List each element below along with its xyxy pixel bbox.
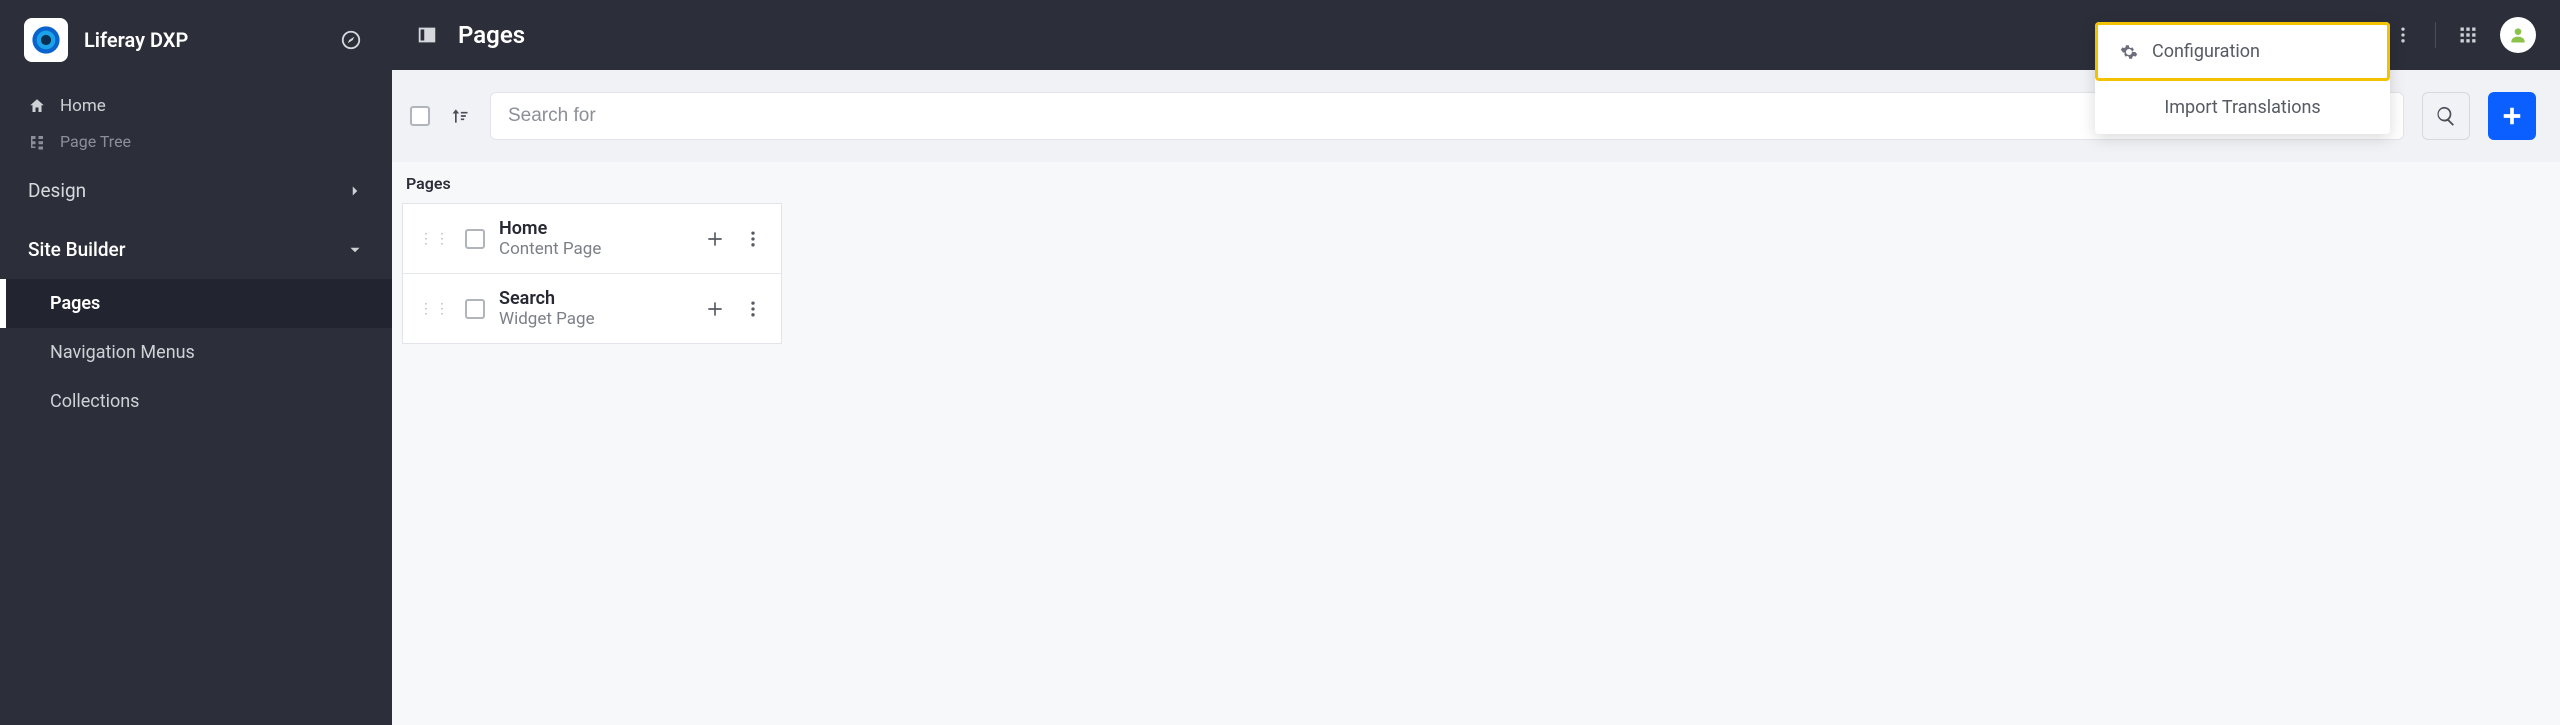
topbar-left: Pages: [416, 21, 525, 49]
compass-icon[interactable]: [334, 23, 368, 57]
user-avatar[interactable]: [2500, 17, 2536, 53]
site-builder-subnav: Pages Navigation Menus Collections: [0, 279, 392, 426]
drag-handle-icon[interactable]: ⋮⋮: [419, 237, 451, 241]
sidebar-page-tree[interactable]: Page Tree: [0, 126, 392, 157]
content: Pages ⋮⋮ Home Content Page ⋮⋮: [392, 162, 2560, 725]
row-kebab-button[interactable]: [741, 227, 765, 251]
row-checkbox[interactable]: [465, 229, 485, 249]
add-button[interactable]: [2488, 92, 2536, 140]
subnav-collections-label: Collections: [50, 391, 139, 412]
search-button[interactable]: [2422, 92, 2470, 140]
brand-title: Liferay DXP: [84, 28, 188, 52]
subnav-pages[interactable]: Pages: [0, 279, 392, 328]
section-site-builder-label: Site Builder: [28, 238, 125, 261]
row-add-button[interactable]: [703, 297, 727, 321]
dropdown-import-translations-label: Import Translations: [2164, 97, 2320, 118]
brand[interactable]: Liferay DXP: [24, 18, 188, 62]
list-item[interactable]: ⋮⋮ Home Content Page: [403, 204, 781, 274]
home-icon: [28, 97, 46, 115]
section-design-label: Design: [28, 179, 86, 202]
search-icon: [2435, 105, 2457, 127]
pages-list: ⋮⋮ Home Content Page ⋮⋮ Search Wid: [402, 203, 782, 344]
grid-icon: [2458, 25, 2478, 45]
select-all-checkbox[interactable]: [410, 106, 430, 126]
gear-icon: [2120, 43, 2138, 61]
row-kebab-button[interactable]: [741, 297, 765, 321]
dropdown-configuration[interactable]: Configuration: [2095, 22, 2390, 81]
brand-logo-icon: [24, 18, 68, 62]
kebab-icon: [743, 299, 763, 319]
plus-icon: [2501, 105, 2523, 127]
kebab-icon: [2393, 25, 2413, 45]
sort-icon: [450, 106, 470, 126]
sidebar: Liferay DXP Home Page Tree Design Site B…: [0, 0, 392, 725]
row-title: Home: [499, 218, 689, 239]
user-icon: [2508, 25, 2528, 45]
dropdown-configuration-label: Configuration: [2152, 41, 2260, 62]
sidebar-home-label: Home: [60, 96, 106, 116]
plus-icon: [705, 229, 725, 249]
chevron-right-icon: [346, 182, 364, 200]
sidebar-primary-nav: Home Page Tree: [0, 76, 392, 161]
dropdown-import-translations[interactable]: Import Translations: [2095, 81, 2390, 134]
page-tree-icon: [28, 133, 46, 151]
section-label: Pages: [392, 168, 2560, 203]
kebab-icon: [743, 229, 763, 249]
section-design[interactable]: Design: [0, 161, 392, 220]
list-item[interactable]: ⋮⋮ Search Widget Page: [403, 274, 781, 343]
subnav-pages-label: Pages: [50, 293, 100, 314]
row-checkbox[interactable]: [465, 299, 485, 319]
plus-icon: [705, 299, 725, 319]
panel-icon[interactable]: [416, 24, 438, 46]
section-site-builder[interactable]: Site Builder: [0, 220, 392, 279]
topbar-right: [2389, 17, 2536, 53]
sidebar-page-tree-label: Page Tree: [60, 132, 131, 151]
sidebar-header: Liferay DXP: [0, 14, 392, 76]
main: Configuration Import Translations Pages: [392, 0, 2560, 725]
topbar-kebab-button[interactable]: [2389, 21, 2417, 49]
subnav-nav-menus-label: Navigation Menus: [50, 342, 195, 363]
row-title: Search: [499, 288, 689, 309]
topbar-divider: [2435, 22, 2436, 48]
row-subtitle: Widget Page: [499, 309, 689, 329]
chevron-down-icon: [346, 241, 364, 259]
sidebar-home[interactable]: Home: [0, 86, 392, 126]
drag-handle-icon[interactable]: ⋮⋮: [419, 307, 451, 311]
row-subtitle: Content Page: [499, 239, 689, 259]
row-text: Home Content Page: [499, 218, 689, 259]
page-title: Pages: [458, 21, 525, 49]
subnav-navigation-menus[interactable]: Navigation Menus: [0, 328, 392, 377]
options-dropdown: Configuration Import Translations: [2095, 22, 2390, 134]
subnav-collections[interactable]: Collections: [0, 377, 392, 426]
sort-button[interactable]: [448, 104, 472, 128]
app-grid-button[interactable]: [2454, 21, 2482, 49]
row-add-button[interactable]: [703, 227, 727, 251]
row-text: Search Widget Page: [499, 288, 689, 329]
